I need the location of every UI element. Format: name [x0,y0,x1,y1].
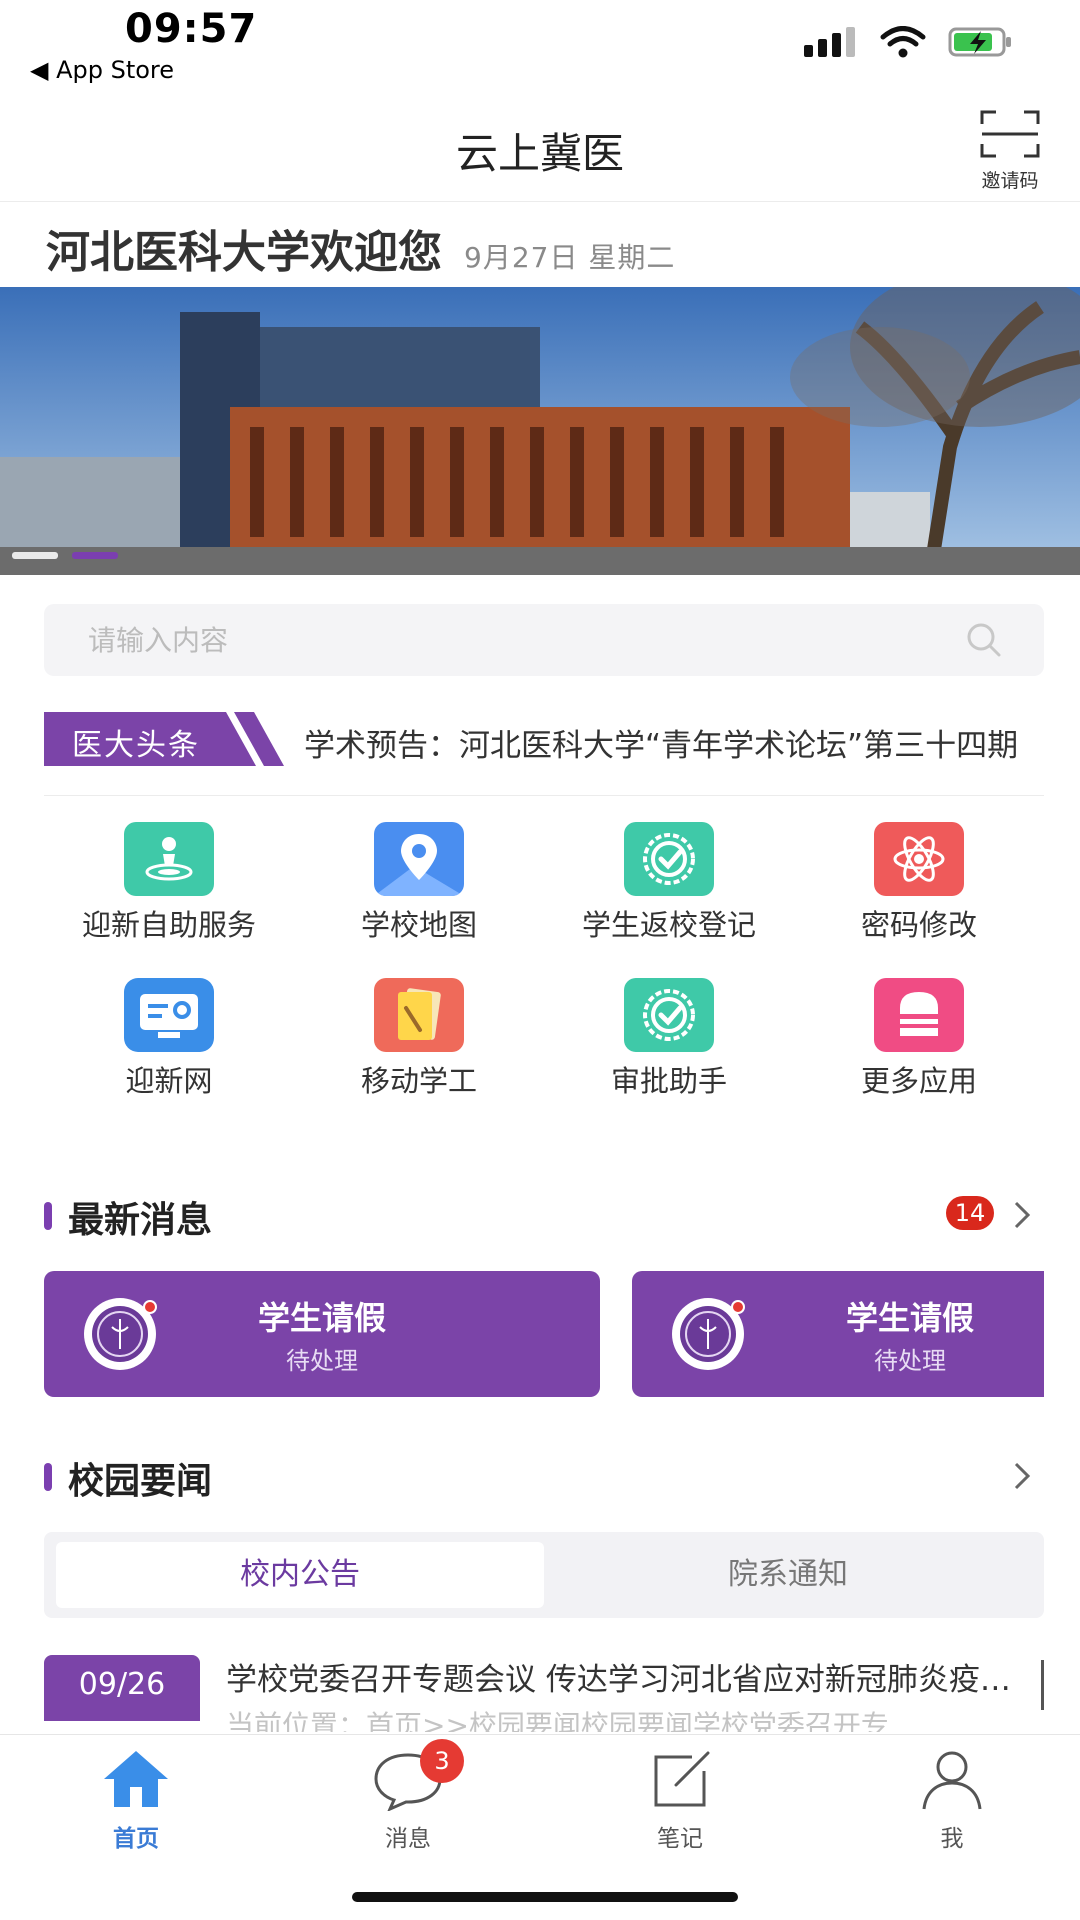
app-label: 迎新网 [125,1064,213,1098]
section-accent-bar [44,1202,52,1230]
app-label: 更多应用 [860,1064,977,1098]
tab-home[interactable]: 首页 [36,1747,236,1867]
invite-code-scan-button[interactable]: 邀请码 [970,110,1050,192]
app-password-change[interactable]: 密码修改 [794,822,1044,962]
badge-check-icon [624,978,714,1052]
message-card-title: 学生请假 [257,1299,386,1337]
app-label: 迎新自助服务 [81,908,256,942]
page-title: 云上冀医 [455,129,624,178]
tab-messages[interactable]: 3 消息 [308,1739,508,1867]
banner-pagination [12,552,118,559]
campus-news-header[interactable]: 校园要闻 [44,1452,1044,1502]
search-bar[interactable] [44,604,1044,676]
back-to-app-store-link[interactable]: ◀ App Store [30,56,174,84]
scroll-indicator [1041,1660,1044,1710]
signal-icon [804,27,855,57]
scan-frame-icon [980,110,1040,158]
chevron-right-icon[interactable] [1012,1460,1032,1492]
app-label: 移动学工 [360,1064,477,1098]
status-bar: 09:57 ◀ App Store [0,0,1080,90]
headline-tag: 医大头条 [72,728,200,763]
news-excerpt: 当前位置：首页>>校园要闻校园要闻学校党委召开专 [226,1709,889,1732]
tab-label: 消息 [385,1826,431,1852]
monitor-settings-icon [124,978,214,1052]
message-card[interactable]: 学生请假 待处理 [632,1271,1044,1397]
message-card-title: 学生请假 [845,1299,974,1337]
campus-banner[interactable] [0,287,1080,575]
tab-department-notices[interactable]: 院系通知 [544,1542,1032,1608]
app-label: 密码修改 [860,908,977,942]
app-label: 学校地图 [360,908,477,942]
app-welcome-website[interactable]: 迎新网 [44,978,294,1118]
headline-text[interactable]: 学术预告：河北医科大学“青年学术论坛”第三十四期 [304,720,1044,765]
briefcase-icon [874,978,964,1052]
section-title: 校园要闻 [68,1461,213,1502]
chevron-right-icon[interactable] [1012,1199,1032,1231]
headline-ticker[interactable]: 医大头条 学术预告：河北医科大学“青年学术论坛”第三十四期 [44,712,1044,766]
banner-dot[interactable] [12,552,58,559]
checkin-location-icon [124,822,214,896]
news-list-item[interactable]: 09/26 学校党委召开专题会议 传达学习河北省应对新冠肺炎疫情工作 当前位置：… [44,1652,1044,1732]
status-icons [804,26,1014,58]
notes-pencil-icon [374,978,464,1052]
section-accent-bar [44,1463,52,1491]
badge-check-icon [624,822,714,896]
news-title[interactable]: 学校党委召开专题会议 传达学习河北省应对新冠肺炎疫情工作 [226,1654,1016,1699]
map-pin-icon [374,822,464,896]
campus-building-photo [0,287,1080,575]
battery-charging-icon [948,27,1011,57]
app-mobile-student-affairs[interactable]: 移动学工 [294,978,544,1118]
edit-note-icon [654,1751,710,1807]
invite-code-label: 邀请码 [981,170,1039,192]
tab-label: 笔记 [657,1826,703,1852]
status-time: 09:57 [125,6,258,52]
app-label: 学生返校登记 [581,908,756,942]
user-icon [922,1751,982,1810]
search-icon[interactable] [966,622,1002,658]
message-card[interactable]: 学生请假 待处理 [44,1271,600,1397]
wifi-icon [880,26,926,58]
atom-icon [874,822,964,896]
message-card-status: 待处理 [874,1347,946,1375]
messages-badge: 3 [420,1739,464,1783]
message-cards: 学生请假 待处理 学生请假 待处理 [44,1271,1044,1397]
app-approval-assistant[interactable]: 审批助手 [544,978,794,1118]
news-tabs: 校内公告 院系通知 [44,1532,1044,1618]
tab-label: 首页 [113,1826,159,1852]
welcome-title: 河北医科大学欢迎您 [46,227,442,278]
home-icon [104,1751,168,1807]
nav-bar: 云上冀医 邀请码 [0,92,1080,202]
app-self-service-enrollment[interactable]: 迎新自助服务 [44,822,294,962]
unread-count-badge: 14 [946,1196,994,1230]
divider [44,795,1044,796]
search-input[interactable] [88,618,948,662]
tab-campus-announcements[interactable]: 校内公告 [56,1542,544,1608]
app-label: 审批助手 [610,1064,727,1098]
tab-notes[interactable]: 笔记 [580,1747,780,1867]
banner-dot-active[interactable] [72,552,118,559]
latest-messages-header[interactable]: 最新消息 14 [44,1191,1044,1241]
app-campus-map[interactable]: 学校地图 [294,822,544,962]
welcome-header: 河北医科大学欢迎您 9月27日 星期二 [46,216,675,280]
news-date: 09/26 [44,1655,200,1721]
home-indicator[interactable] [352,1892,738,1902]
app-more-apps[interactable]: 更多应用 [794,978,1044,1118]
app-student-return-registration[interactable]: 学生返校登记 [544,822,794,962]
section-title: 最新消息 [68,1200,213,1241]
tab-profile[interactable]: 我 [852,1747,1052,1867]
tab-label: 我 [940,1826,964,1852]
welcome-date: 9月27日 星期二 [464,241,676,274]
message-card-status: 待处理 [286,1347,358,1375]
